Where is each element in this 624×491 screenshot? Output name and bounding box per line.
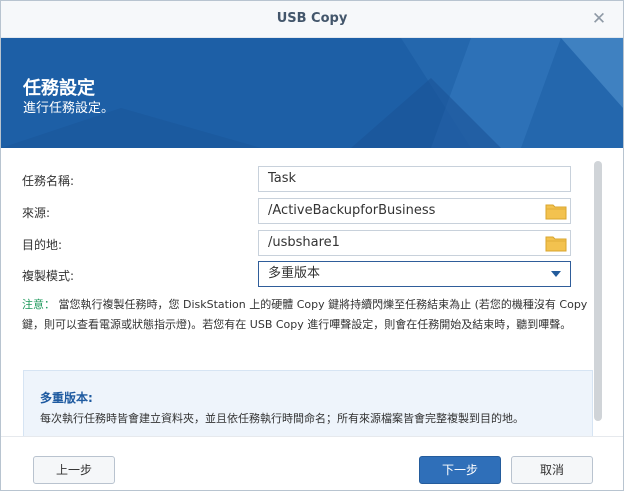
task-name-label: 任務名稱:: [22, 174, 75, 188]
info-title: 多重版本:: [40, 391, 93, 405]
folder-icon[interactable]: [545, 234, 567, 252]
source-input[interactable]: /ActiveBackupforBusiness: [258, 198, 571, 224]
destination-value: /usbshare1: [268, 235, 340, 250]
destination-label: 目的地:: [22, 238, 63, 252]
copy-mode-label: 複製模式:: [22, 269, 75, 283]
mode-info-box: 多重版本: 每次執行任務時皆會建立資料夾，並且依任務執行時間命名；所有來源檔案皆…: [23, 370, 593, 440]
window-title: USB Copy: [276, 11, 348, 26]
cancel-button[interactable]: 取消: [511, 456, 593, 484]
next-button[interactable]: 下一步: [419, 456, 501, 484]
header-banner: 任務設定 進行任務設定。: [1, 38, 623, 148]
usb-copy-dialog: USB Copy ✕ 任務設定 進行任務設定。 任務名稱: Task 來源: /…: [0, 0, 624, 491]
copy-mode-select[interactable]: 多重版本: [258, 261, 571, 287]
copy-mode-value: 多重版本: [268, 266, 321, 281]
destination-input[interactable]: /usbshare1: [258, 230, 571, 256]
back-button[interactable]: 上一步: [33, 456, 115, 484]
close-icon[interactable]: ✕: [587, 7, 611, 31]
content-scrollbar[interactable]: [594, 161, 602, 421]
folder-icon[interactable]: [545, 202, 567, 220]
title-bar: USB Copy ✕: [1, 1, 623, 38]
page-subtitle: 進行任務設定。: [23, 101, 115, 116]
footer-bar: 上一步 下一步 取消: [1, 436, 623, 490]
chevron-down-icon[interactable]: [551, 271, 561, 277]
task-name-value: Task: [268, 171, 297, 186]
note-label: 注意：: [22, 298, 55, 311]
task-name-input[interactable]: Task: [258, 166, 571, 192]
source-value: /ActiveBackupforBusiness: [268, 203, 436, 218]
note-text: 注意： 當您執行複製任務時，您 DiskStation 上的硬體 Copy 鍵將…: [22, 295, 592, 335]
source-label: 來源:: [22, 206, 51, 220]
info-text: 每次執行任務時皆會建立資料夾，並且依任務執行時間命名；所有來源檔案皆會完整複製到…: [40, 412, 524, 425]
note-body: 當您執行複製任務時，您 DiskStation 上的硬體 Copy 鍵將持續閃爍…: [22, 298, 588, 331]
